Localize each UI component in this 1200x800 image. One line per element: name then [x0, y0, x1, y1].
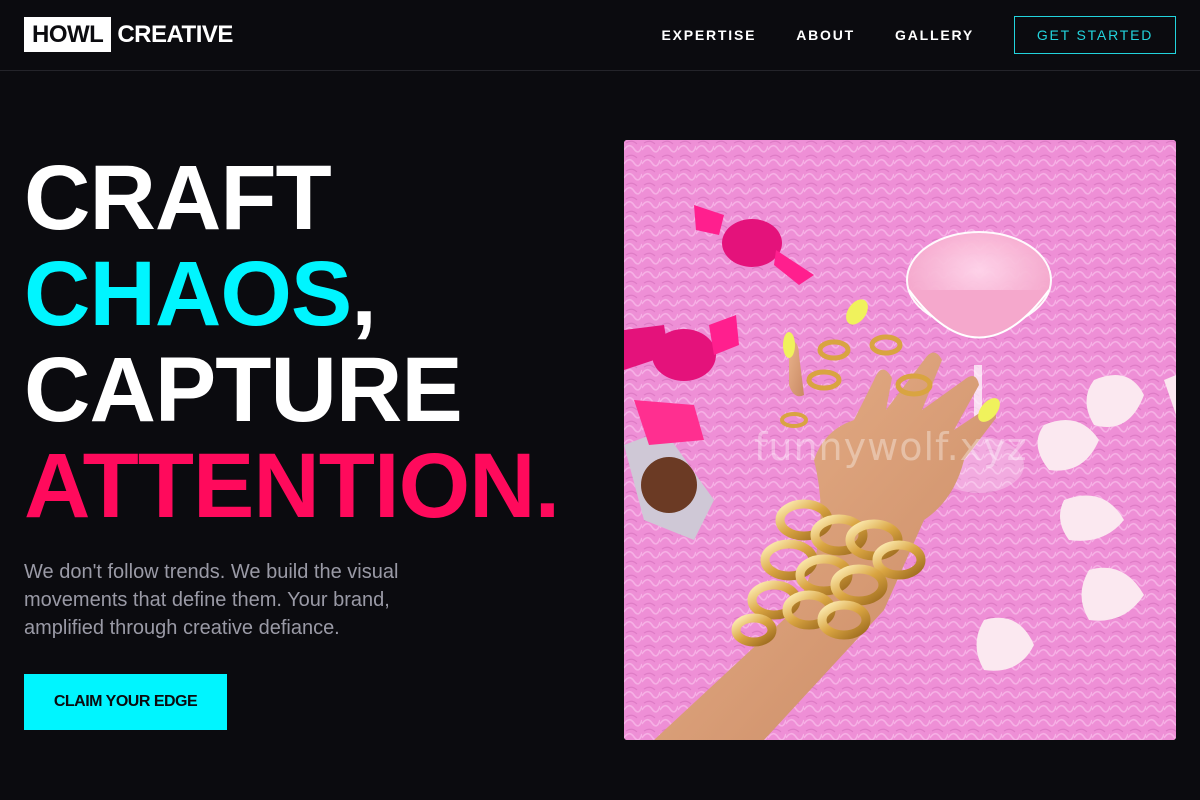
claim-your-edge-button[interactable]: CLAIM YOUR EDGE	[24, 674, 227, 730]
get-started-button[interactable]: GET STARTED	[1014, 16, 1176, 54]
headline-line-chaos: CHAOS,	[24, 246, 559, 342]
nav-link-expertise[interactable]: EXPERTISE	[661, 27, 756, 43]
hero-headline: CRAFT CHAOS, CAPTURE ATTENTION.	[24, 147, 560, 537]
headline-line-attention: ATTENTION.	[24, 435, 560, 537]
nav-link-gallery[interactable]: GALLERY	[895, 27, 974, 43]
image-watermark: funnywolf.xyz	[754, 425, 1028, 469]
headline-word-chaos: CHAOS	[24, 243, 352, 345]
site-header: HOWL CREATIVE EXPERTISE ABOUT GALLERY GE…	[0, 0, 1200, 71]
headline-comma: ,	[351, 243, 377, 345]
headline-line-craft: CRAFT	[24, 147, 332, 249]
hero-image: funnywolf.xyz	[624, 140, 1176, 740]
brand-logo[interactable]: HOWL CREATIVE	[24, 17, 233, 52]
hero-subcopy: We don't follow trends. We build the vis…	[24, 561, 399, 639]
logo-text: CREATIVE	[117, 20, 233, 48]
headline-line-capture: CAPTURE	[24, 339, 463, 441]
logo-box-text: HOWL	[24, 17, 112, 52]
main-nav: EXPERTISE ABOUT GALLERY GET STARTED	[661, 0, 1200, 70]
nav-link-about[interactable]: ABOUT	[796, 27, 855, 43]
